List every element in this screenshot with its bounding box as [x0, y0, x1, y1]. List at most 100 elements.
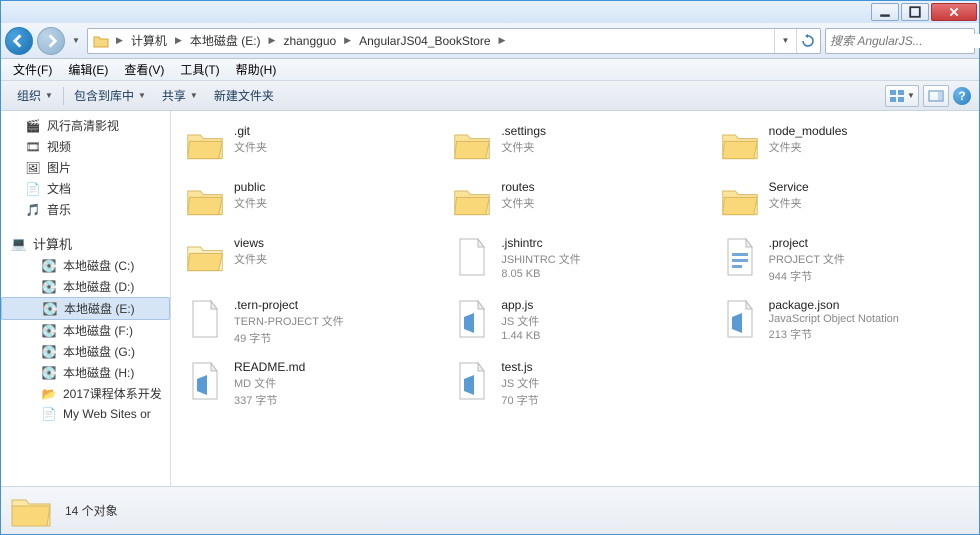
sidebar-course2017[interactable]: 📂2017课程体系开发 — [1, 383, 170, 404]
file-item-text: .project PROJECT 文件 944 字节 — [769, 236, 845, 284]
drive-icon: 💽 — [41, 344, 57, 360]
documents-icon: 📄 — [25, 181, 41, 197]
file-name: package.json — [769, 298, 899, 312]
breadcrumb-dir2[interactable]: AngularJS04_BookStore — [355, 29, 494, 53]
file-item[interactable]: Service 文件夹 — [714, 175, 971, 227]
navigation-pane[interactable]: 🎬风行高清影视 🎞视频 🖼图片 📄文档 🎵音乐 💻计算机 💽本地磁盘 (C:) … — [1, 111, 171, 486]
computer-icon: 💻 — [11, 236, 27, 252]
file-item[interactable]: .jshintrc JSHINTRC 文件 8.05 KB — [446, 231, 703, 289]
sidebar-video[interactable]: 🎞视频 — [1, 136, 170, 157]
breadcrumb-computer[interactable]: 计算机 — [127, 29, 171, 53]
breadcrumb-drive[interactable]: 本地磁盘 (E:) — [186, 29, 265, 53]
file-item[interactable]: views 文件夹 — [179, 231, 436, 289]
shortcut-icon: 📄 — [41, 406, 57, 422]
file-size: 1.44 KB — [501, 330, 540, 342]
file-name: routes — [501, 180, 534, 194]
drive-icon: 💽 — [41, 279, 57, 295]
file-item[interactable]: .git 文件夹 — [179, 119, 436, 171]
file-name: Service — [769, 180, 809, 194]
file-item-text: .jshintrc JSHINTRC 文件 8.05 KB — [501, 236, 580, 280]
body: 🎬风行高清影视 🎞视频 🖼图片 📄文档 🎵音乐 💻计算机 💽本地磁盘 (C:) … — [1, 111, 979, 486]
sidebar-documents[interactable]: 📄文档 — [1, 178, 170, 199]
menu-file[interactable]: 文件(F) — [5, 59, 60, 80]
file-name: .settings — [501, 124, 546, 138]
refresh-button[interactable] — [796, 29, 818, 53]
sidebar-funshion[interactable]: 🎬风行高清影视 — [1, 115, 170, 136]
sidebar-drive-c[interactable]: 💽本地磁盘 (C:) — [1, 255, 170, 276]
file-item[interactable]: test.js JS 文件 70 字节 — [446, 355, 703, 413]
file-item[interactable]: README.md MD 文件 337 字节 — [179, 355, 436, 413]
menu-tools[interactable]: 工具(T) — [172, 59, 227, 80]
organize-button[interactable]: 组织 ▼ — [9, 83, 61, 108]
sidebar-drive-h[interactable]: 💽本地磁盘 (H:) — [1, 362, 170, 383]
file-type: 文件夹 — [234, 251, 267, 267]
breadcrumb-sep[interactable]: ▶ — [265, 35, 280, 46]
titlebar — [1, 1, 979, 23]
file-type: 文件夹 — [234, 139, 267, 155]
address-bar[interactable]: ▶ 计算机 ▶ 本地磁盘 (E:) ▶ zhangguo ▶ AngularJS… — [87, 28, 821, 54]
sidebar-mywebsites[interactable]: 📄My Web Sites or — [1, 404, 170, 424]
file-type: MD 文件 — [234, 375, 305, 391]
recent-pages-dropdown[interactable]: ▼ — [69, 36, 83, 45]
back-button[interactable] — [5, 27, 33, 55]
breadcrumb-dir1[interactable]: zhangguo — [279, 29, 340, 53]
file-size: 944 字节 — [769, 268, 845, 284]
help-button[interactable]: ? — [953, 87, 971, 105]
preview-pane-button[interactable] — [923, 85, 949, 107]
search-box[interactable] — [825, 28, 975, 54]
menu-view[interactable]: 查看(V) — [116, 59, 172, 80]
file-item[interactable]: .tern-project TERN-PROJECT 文件 49 字节 — [179, 293, 436, 351]
address-dropdown[interactable]: ▼ — [774, 29, 796, 53]
file-list[interactable]: .git 文件夹 .settings 文件夹 node_modules 文件夹 … — [171, 111, 979, 486]
file-name: README.md — [234, 360, 305, 374]
menu-help[interactable]: 帮助(H) — [228, 59, 285, 80]
breadcrumb-sep[interactable]: ▶ — [495, 35, 510, 46]
file-type: 文件夹 — [501, 139, 546, 155]
file-name: .tern-project — [234, 298, 344, 312]
maximize-button[interactable] — [901, 3, 929, 21]
file-item[interactable]: .project PROJECT 文件 944 字节 — [714, 231, 971, 289]
folder-icon — [184, 236, 226, 278]
view-mode-button[interactable]: ▼ — [885, 85, 919, 107]
sidebar-drive-g[interactable]: 💽本地磁盘 (G:) — [1, 341, 170, 362]
forward-button[interactable] — [37, 27, 65, 55]
sidebar-drive-d[interactable]: 💽本地磁盘 (D:) — [1, 276, 170, 297]
search-input[interactable] — [830, 34, 980, 48]
file-name: .git — [234, 124, 267, 138]
file-type: JavaScript Object Notation — [769, 313, 899, 325]
sidebar-drive-e[interactable]: 💽本地磁盘 (E:) — [1, 297, 170, 320]
file-item[interactable]: package.json JavaScript Object Notation … — [714, 293, 971, 351]
close-button[interactable] — [931, 3, 977, 21]
file-icon — [719, 236, 761, 278]
file-item[interactable]: public 文件夹 — [179, 175, 436, 227]
breadcrumb-sep[interactable]: ▶ — [340, 35, 355, 46]
folder-icon — [719, 180, 761, 222]
folder-icon — [92, 32, 110, 50]
include-library-button[interactable]: 包含到库中 ▼ — [66, 83, 154, 108]
minimize-button[interactable] — [871, 3, 899, 21]
file-type: 文件夹 — [769, 139, 848, 155]
sidebar-drive-f[interactable]: 💽本地磁盘 (F:) — [1, 320, 170, 341]
sidebar-music[interactable]: 🎵音乐 — [1, 199, 170, 220]
breadcrumb-sep[interactable]: ▶ — [171, 35, 186, 46]
file-item[interactable]: .settings 文件夹 — [446, 119, 703, 171]
menu-edit[interactable]: 编辑(E) — [60, 59, 116, 80]
app-icon: 🎬 — [25, 118, 41, 134]
file-icon — [719, 298, 761, 340]
file-icon — [451, 298, 493, 340]
window-controls — [871, 3, 977, 21]
file-item[interactable]: node_modules 文件夹 — [714, 119, 971, 171]
file-name: .project — [769, 236, 845, 250]
breadcrumb-sep[interactable]: ▶ — [112, 35, 127, 46]
share-button[interactable]: 共享 ▼ — [154, 83, 206, 108]
file-item[interactable]: app.js JS 文件 1.44 KB — [446, 293, 703, 351]
new-folder-button[interactable]: 新建文件夹 — [206, 83, 282, 108]
folder-icon — [184, 180, 226, 222]
sidebar-pictures[interactable]: 🖼图片 — [1, 157, 170, 178]
file-item-text: test.js JS 文件 70 字节 — [501, 360, 539, 408]
navbar: ▼ ▶ 计算机 ▶ 本地磁盘 (E:) ▶ zhangguo ▶ Angular… — [1, 23, 979, 59]
file-type: 文件夹 — [769, 195, 809, 211]
file-item[interactable]: routes 文件夹 — [446, 175, 703, 227]
file-name: test.js — [501, 360, 539, 374]
sidebar-computer[interactable]: 💻计算机 — [1, 232, 170, 255]
